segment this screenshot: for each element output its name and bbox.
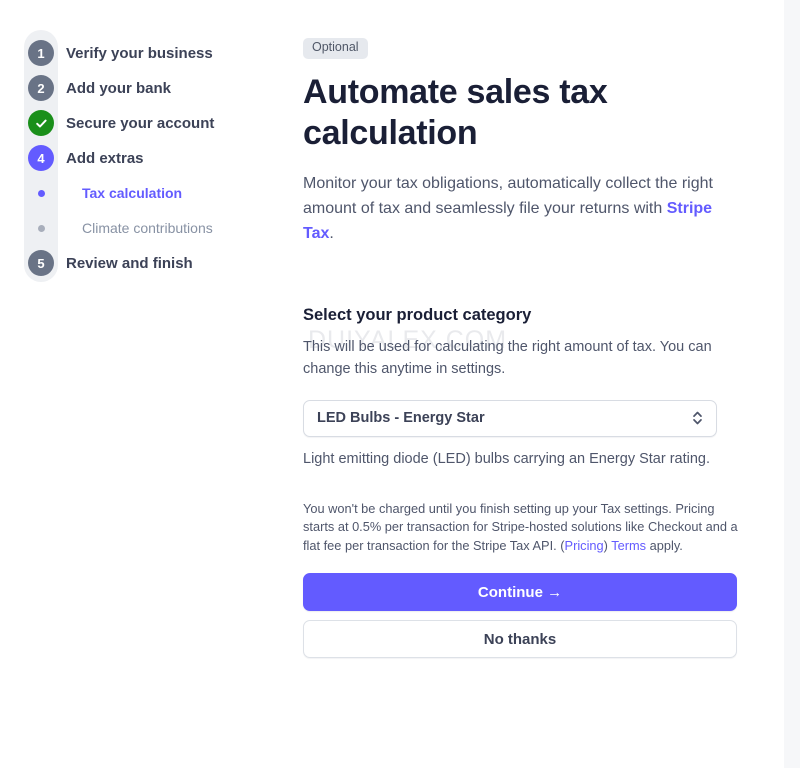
main-content: Optional Automate sales tax calculation … — [303, 0, 743, 659]
check-icon — [28, 110, 54, 136]
bullet-dot-icon-active — [28, 180, 54, 206]
substep-item-tax-calculation[interactable]: Tax calculation — [0, 180, 182, 206]
step-label-add-your-bank: Add your bank — [66, 79, 172, 97]
substep-label-tax-calculation: Tax calculation — [82, 185, 183, 201]
pricing-fineprint-after: apply. — [646, 537, 683, 553]
terms-link[interactable]: Terms — [611, 538, 646, 553]
pricing-link[interactable]: Pricing — [565, 538, 604, 553]
page-title: Automate sales tax calculation — [303, 72, 608, 152]
step-item-add-extras[interactable]: 4 Add extras — [0, 145, 144, 171]
onboarding-page: 1 Verify your business 2 Add your bank S… — [0, 0, 800, 768]
step-item-review-and-finish[interactable]: 5 Review and finish — [0, 250, 193, 276]
bullet-dot-icon-muted — [28, 215, 54, 241]
step-marker-4: 4 — [28, 145, 54, 171]
status-badge-optional: Optional — [303, 38, 368, 59]
no-thanks-button[interactable]: No thanks — [303, 620, 737, 659]
step-marker-1: 1 — [28, 40, 54, 66]
step-item-add-your-bank[interactable]: 2 Add your bank — [0, 75, 171, 101]
page-description: Monitor your tax obligations, automatica… — [303, 171, 741, 246]
step-marker-2: 2 — [28, 75, 54, 101]
step-item-verify-your-business[interactable]: 1 Verify your business — [0, 40, 213, 66]
product-category-select-wrapper: LED Bulbs - Energy Star — [303, 399, 717, 437]
continue-button[interactable]: Continue → — [303, 573, 737, 612]
step-item-secure-your-account[interactable]: Secure your account — [0, 110, 214, 136]
product-category-select[interactable]: LED Bulbs - Energy Star — [303, 399, 717, 437]
step-label-verify-your-business: Verify your business — [66, 44, 213, 62]
section-title-product-category: Select your product category — [303, 305, 532, 324]
substep-label-climate-contributions: Climate contributions — [82, 220, 213, 236]
page-description-text-before: Monitor your tax obligations, automatica… — [303, 174, 713, 217]
step-label-add-extras: Add extras — [66, 149, 144, 167]
step-marker-5: 5 — [28, 250, 54, 276]
right-gutter-panel — [784, 0, 800, 768]
page-description-text-after: . — [329, 224, 334, 242]
step-label-secure-your-account: Secure your account — [66, 114, 215, 132]
onboarding-stepper: 1 Verify your business 2 Add your bank S… — [0, 0, 295, 768]
product-category-help-text: Light emitting diode (LED) bulbs carryin… — [303, 450, 711, 467]
step-label-review-and-finish: Review and finish — [66, 254, 193, 272]
substep-item-climate-contributions[interactable]: Climate contributions — [0, 215, 213, 241]
section-description-product-category: This will be used for calculating the ri… — [303, 338, 712, 377]
pricing-fineprint: You won't be charged until you finish se… — [303, 500, 739, 556]
